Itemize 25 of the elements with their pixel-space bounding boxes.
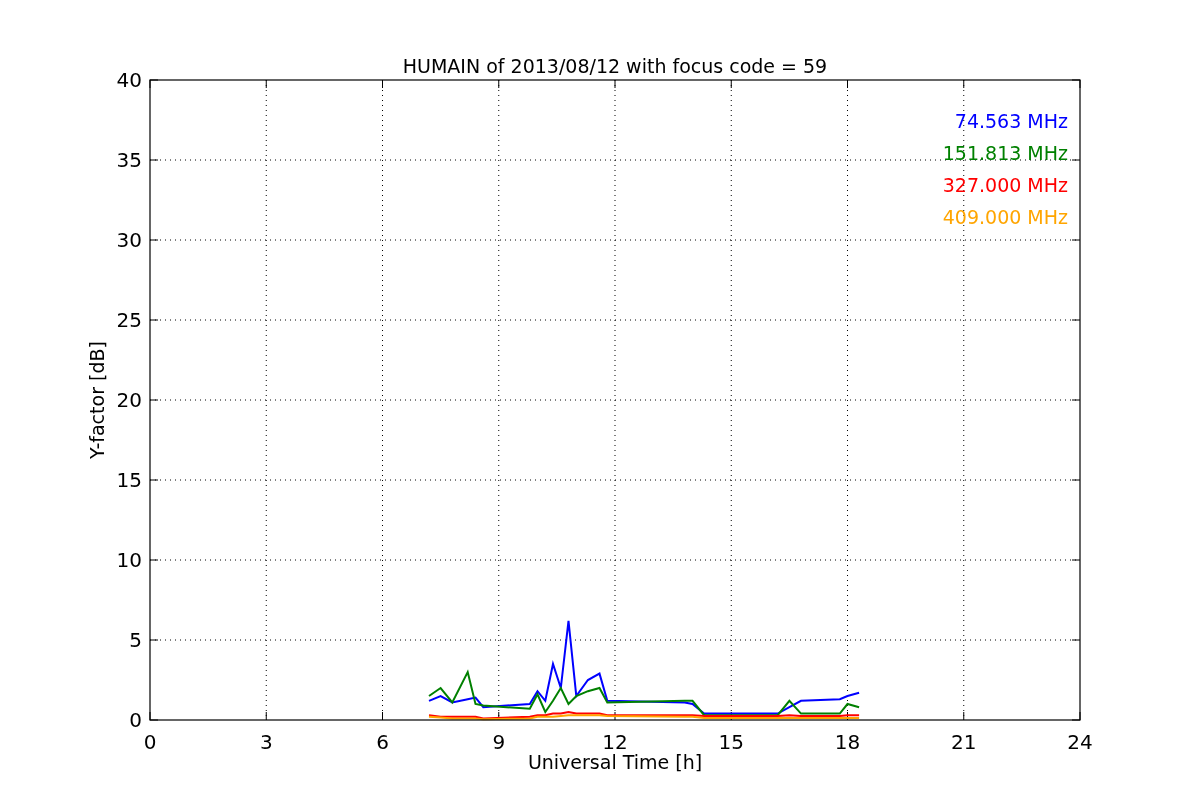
y-tick-label: 0 xyxy=(129,708,142,732)
x-tick-label: 3 xyxy=(259,730,273,754)
legend-label: 151.813 MHz xyxy=(942,142,1068,164)
x-tick-label: 15 xyxy=(718,730,744,754)
y-axis-label: Y-factor [dB] xyxy=(86,341,108,459)
y-tick-label: 15 xyxy=(116,468,142,492)
legend-label: 74.563 MHz xyxy=(954,110,1068,132)
chart-title: HUMAIN of 2013/08/12 with focus code = 59 xyxy=(402,55,828,77)
y-tick-label: 25 xyxy=(116,308,142,332)
x-axis-label: Universal Time [h] xyxy=(527,751,703,773)
x-tick-label: 18 xyxy=(834,730,861,754)
x-tick-label: 6 xyxy=(376,730,389,754)
y-tick-label: 10 xyxy=(116,548,142,572)
legend-label: 409.000 MHz xyxy=(942,206,1068,228)
y-tick-label: 5 xyxy=(129,628,142,652)
y-tick-label: 20 xyxy=(116,388,142,412)
x-tick-label: 12 xyxy=(602,730,628,754)
y-tick-label: 30 xyxy=(116,228,142,252)
y-tick-label: 35 xyxy=(116,148,142,172)
x-tick-label: 0 xyxy=(143,730,157,754)
x-tick-label: 21 xyxy=(951,730,977,754)
legend-label: 327.000 MHz xyxy=(942,174,1068,196)
x-tick-label: 9 xyxy=(492,730,506,754)
y-tick-label: 40 xyxy=(116,68,142,92)
x-tick-label: 24 xyxy=(1067,730,1093,754)
